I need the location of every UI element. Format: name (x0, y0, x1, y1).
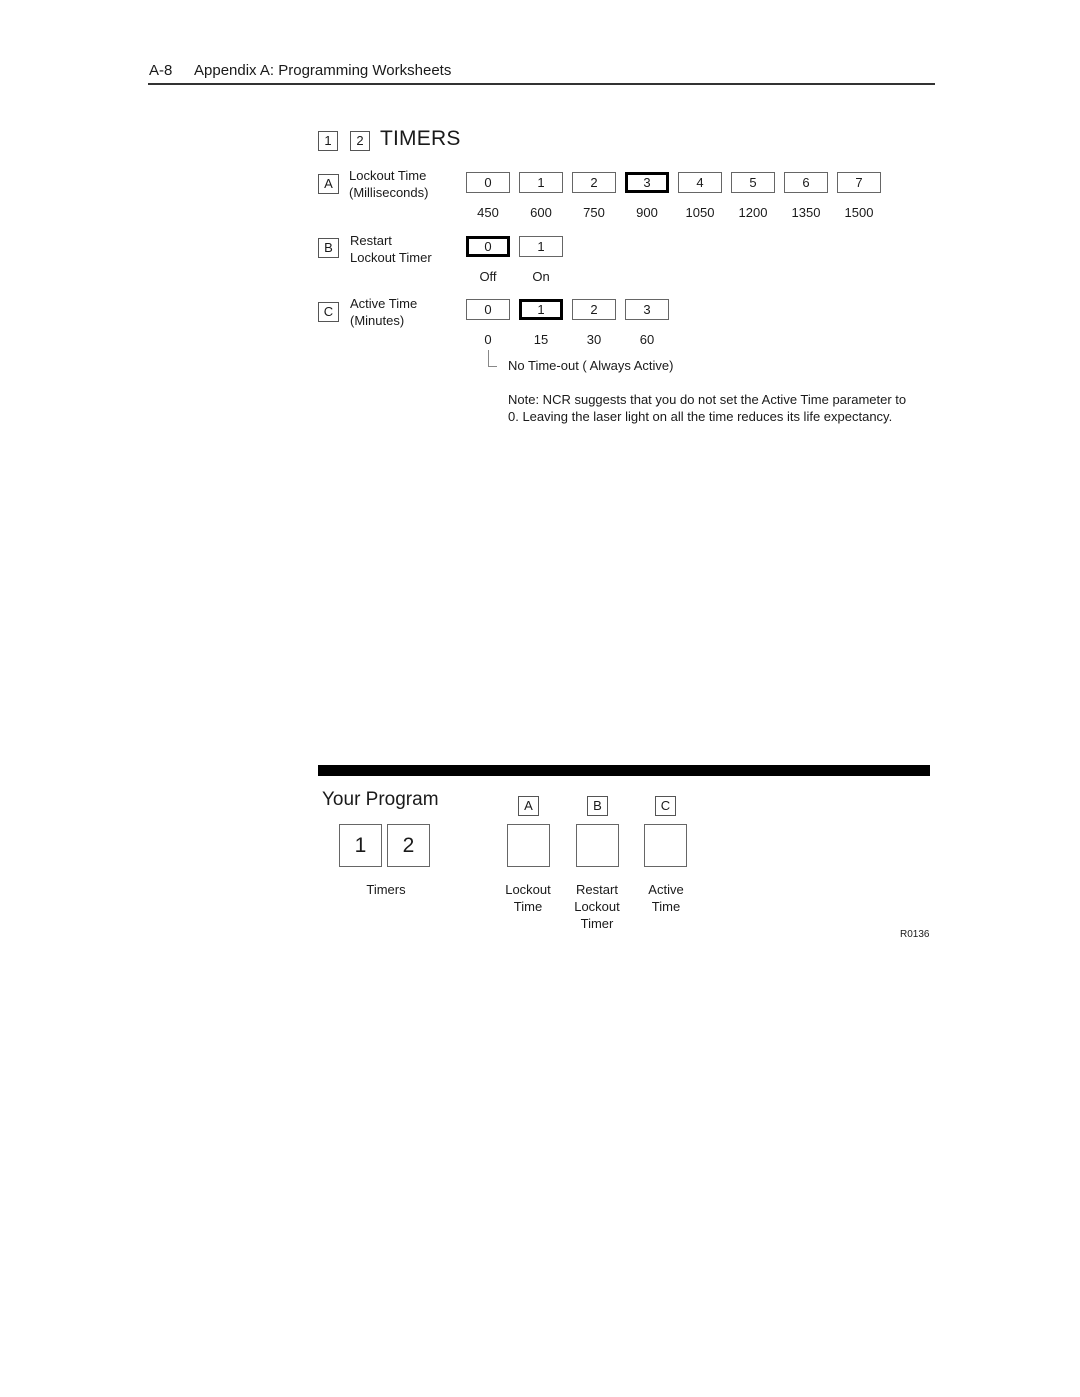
param-a-value-3: 900 (636, 205, 658, 220)
program-code-digit-1: 1 (339, 824, 382, 867)
param-a-option-5[interactable]: 5 (731, 172, 775, 193)
param-c-option-3[interactable]: 3 (625, 299, 669, 320)
param-a-value-1: 600 (530, 205, 552, 220)
caption-line: Restart (576, 882, 618, 897)
param-a-label: Lockout Time (Milliseconds) (349, 168, 428, 201)
figure-reference: R0136 (900, 929, 930, 940)
param-c-option-2[interactable]: 2 (572, 299, 616, 320)
param-c-label: Active Time (Minutes) (350, 296, 417, 329)
param-a-value-4: 1050 (685, 205, 715, 220)
param-a-value-2: 750 (583, 205, 605, 220)
param-a-option-3-selected[interactable]: 3 (625, 172, 669, 193)
param-c-label-line: (Minutes) (350, 312, 405, 328)
note-text: Note: NCR suggests that you do not set t… (508, 392, 907, 424)
param-b-option-0-selected[interactable]: 0 (466, 236, 510, 257)
program-field-b-letter: B (587, 796, 608, 816)
param-c-label-line: Active Time (350, 296, 418, 311)
param-b-value-1: On (532, 269, 550, 284)
program-field-b-caption: Restart Lockout Timer (557, 881, 637, 932)
program-field-c-letter: C (655, 796, 676, 816)
program-field-a-letter: A (518, 796, 539, 816)
caption-line: Time (651, 899, 681, 914)
param-a-option-0[interactable]: 0 (466, 172, 510, 193)
section-code-box-1: 1 (318, 131, 338, 151)
program-field-b-input[interactable] (576, 824, 619, 867)
param-a-value-0: 450 (477, 205, 499, 220)
param-a-option-7[interactable]: 7 (837, 172, 881, 193)
param-b-label-line: Lockout Timer (350, 249, 432, 265)
param-a-option-4[interactable]: 4 (678, 172, 722, 193)
zero-value-note: No Time-out ( Always Active) (508, 358, 674, 373)
header-rule (148, 83, 935, 85)
your-program-title: Your Program (322, 789, 439, 810)
param-a-value-6: 1350 (791, 205, 821, 220)
param-a-value-7: 1500 (844, 205, 874, 220)
caption-line: Time (513, 899, 543, 914)
param-a-label-line: Lockout Time (349, 168, 427, 183)
page-header: A-8 Appendix A: Programming Worksheets (149, 62, 451, 79)
param-c-option-0[interactable]: 0 (466, 299, 510, 320)
page-number: A-8 (149, 62, 173, 79)
param-c-value-3: 60 (639, 332, 655, 347)
param-b-label-line: Restart (350, 233, 392, 248)
caption-line: Active (648, 882, 684, 897)
section-code-box-2: 2 (350, 131, 370, 151)
param-c-value-0: 0 (484, 332, 492, 347)
header-title: Appendix A: Programming Worksheets (194, 62, 452, 79)
program-field-a-input[interactable] (507, 824, 550, 867)
section-title: TIMERS (380, 127, 461, 150)
param-a-label-line: (Milliseconds) (349, 184, 429, 200)
param-c-value-1: 15 (533, 332, 549, 347)
caption-line: Lockout (574, 899, 620, 914)
zero-value-bracket (488, 350, 497, 367)
param-c-value-2: 30 (586, 332, 602, 347)
param-b-option-1[interactable]: 1 (519, 236, 563, 257)
param-b-label: Restart Lockout Timer (350, 233, 432, 266)
param-c-option-1-selected[interactable]: 1 (519, 299, 563, 320)
param-b-value-0: Off (479, 269, 497, 284)
caption-line: Lockout (505, 882, 551, 897)
program-field-c-caption: Active Time (626, 881, 706, 915)
program-code-caption: Timers (366, 882, 406, 897)
param-a-option-1[interactable]: 1 (519, 172, 563, 193)
program-field-c-input[interactable] (644, 824, 687, 867)
param-a-value-5: 1200 (738, 205, 768, 220)
param-c-letter: C (318, 302, 339, 322)
program-field-a-caption: Lockout Time (488, 881, 568, 915)
section-divider (318, 765, 930, 776)
param-a-option-6[interactable]: 6 (784, 172, 828, 193)
param-a-option-2[interactable]: 2 (572, 172, 616, 193)
caption-line: Timer (580, 916, 614, 931)
param-a-letter: A (318, 174, 339, 194)
program-code-digit-2: 2 (387, 824, 430, 867)
param-b-letter: B (318, 238, 339, 258)
